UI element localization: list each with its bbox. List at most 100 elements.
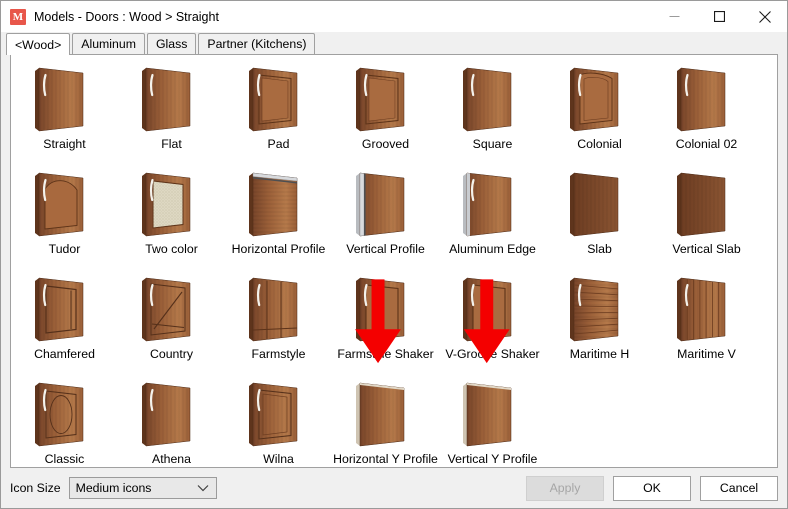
door-edge bbox=[462, 173, 467, 236]
door-edge bbox=[676, 278, 681, 341]
door-grid-row: Chamfered Country Farmstyle Farmstyle Sh… bbox=[11, 269, 777, 374]
door-edge bbox=[141, 173, 146, 236]
door-item-vertical-profile[interactable]: Vertical Profile bbox=[332, 164, 439, 269]
door-item-label: Flat bbox=[161, 137, 182, 151]
door-edge bbox=[676, 173, 681, 236]
door-edge bbox=[141, 68, 146, 131]
door-item-grooved[interactable]: Grooved bbox=[332, 59, 439, 164]
door-item-horizontal-profile[interactable]: Horizontal Profile bbox=[225, 164, 332, 269]
door-edge bbox=[248, 68, 253, 131]
door-thumbnail bbox=[566, 272, 634, 344]
door-item-vertical-y-profile[interactable]: Vertical Y Profile bbox=[439, 374, 546, 467]
door-item-label: V-Groove Shaker bbox=[445, 347, 540, 361]
door-thumbnail bbox=[352, 272, 420, 344]
door-item-wilna[interactable]: Wilna bbox=[225, 374, 332, 467]
door-item-v-groove-shaker[interactable]: V-Groove Shaker bbox=[439, 269, 546, 374]
application-m-icon: M bbox=[10, 8, 26, 25]
minimize-button[interactable] bbox=[652, 1, 697, 32]
door-item-square[interactable]: Square bbox=[439, 59, 546, 164]
door-item-label: Colonial bbox=[577, 137, 622, 151]
door-item-colonial[interactable]: Colonial bbox=[546, 59, 653, 164]
door-item-maritime-h[interactable]: Maritime H bbox=[546, 269, 653, 374]
door-thumbnail bbox=[138, 62, 206, 134]
door-item-label: Horizontal Profile bbox=[231, 242, 326, 256]
door-edge bbox=[462, 278, 467, 341]
door-item-pad[interactable]: Pad bbox=[225, 59, 332, 164]
door-edge bbox=[355, 173, 360, 236]
door-thumbnail-svg bbox=[355, 67, 404, 132]
door-gallery-panel[interactable]: Straight Flat Pad Grooved Square Colonia… bbox=[10, 54, 778, 468]
dialog-buttons: Apply OK Cancel bbox=[526, 475, 778, 501]
door-item-label: Aluminum Edge bbox=[449, 242, 536, 256]
door-item-classic[interactable]: Classic bbox=[11, 374, 118, 467]
door-thumbnail-svg bbox=[34, 67, 83, 132]
door-grain bbox=[573, 173, 618, 236]
cancel-button[interactable]: Cancel bbox=[700, 475, 778, 501]
door-item-slab[interactable]: Slab bbox=[546, 164, 653, 269]
door-item-athena[interactable]: Athena bbox=[118, 374, 225, 467]
door-edge bbox=[355, 278, 360, 341]
door-item-tudor[interactable]: Tudor bbox=[11, 164, 118, 269]
models-doors-dialog: M Models - Doors : Wood > Straight <Wood… bbox=[0, 0, 788, 509]
close-button[interactable] bbox=[742, 1, 787, 32]
apply-button[interactable]: Apply bbox=[526, 475, 604, 501]
door-thumbnail bbox=[459, 272, 527, 344]
door-item-chamfered[interactable]: Chamfered bbox=[11, 269, 118, 374]
door-item-label: Vertical Profile bbox=[346, 242, 425, 256]
door-thumbnail bbox=[459, 62, 527, 134]
tab-partner[interactable]: Partner (Kitchens) bbox=[198, 33, 316, 54]
door-thumbnail bbox=[459, 167, 527, 239]
door-item-label: Wilna bbox=[263, 452, 294, 466]
door-thumbnail bbox=[566, 62, 634, 134]
door-item-maritime-v[interactable]: Maritime V bbox=[653, 269, 760, 374]
icon-size-select[interactable]: Medium icons bbox=[68, 477, 217, 499]
door-item-farmstyle-shaker[interactable]: Farmstyle Shaker bbox=[332, 269, 439, 374]
icon-size-label: Icon Size bbox=[10, 481, 61, 495]
tab-aluminum[interactable]: Aluminum bbox=[72, 33, 145, 54]
apply-button-label: Apply bbox=[549, 481, 581, 495]
door-item-farmstyle[interactable]: Farmstyle bbox=[225, 269, 332, 374]
ok-button[interactable]: OK bbox=[613, 475, 691, 501]
door-item-label: Farmstyle Shaker bbox=[337, 347, 434, 361]
door-thumbnail-svg bbox=[462, 172, 511, 237]
door-item-two-color[interactable]: Two color bbox=[118, 164, 225, 269]
door-thumbnail-svg bbox=[569, 277, 618, 342]
door-thumbnail-svg bbox=[248, 382, 297, 447]
door-item-flat[interactable]: Flat bbox=[118, 59, 225, 164]
door-edge bbox=[462, 68, 467, 131]
tab-aluminum-label: Aluminum bbox=[81, 37, 136, 51]
door-thumbnail bbox=[245, 167, 313, 239]
door-thumbnail-svg bbox=[34, 382, 83, 447]
door-item-vertical-slab[interactable]: Vertical Slab bbox=[653, 164, 760, 269]
door-thumbnail-svg bbox=[676, 67, 725, 132]
door-thumbnail-svg bbox=[34, 172, 83, 237]
door-thumbnail bbox=[138, 272, 206, 344]
door-item-label: Vertical Y Profile bbox=[447, 452, 538, 466]
tab-partner-label: Partner (Kitchens) bbox=[207, 37, 307, 51]
door-item-straight[interactable]: Straight bbox=[11, 59, 118, 164]
door-edge bbox=[34, 173, 39, 236]
door-thumbnail-svg bbox=[676, 172, 725, 237]
door-edge bbox=[248, 383, 253, 446]
door-thumbnail-svg bbox=[34, 277, 83, 342]
door-grid-row: Classic Athena Wilna Horizontal Y Profil… bbox=[11, 374, 777, 467]
door-thumbnail bbox=[352, 167, 420, 239]
door-edge bbox=[248, 173, 253, 236]
door-grid: Straight Flat Pad Grooved Square Colonia… bbox=[11, 55, 777, 467]
maximize-button[interactable] bbox=[697, 1, 742, 32]
door-item-colonial-02[interactable]: Colonial 02 bbox=[653, 59, 760, 164]
door-thumbnail-svg bbox=[462, 382, 511, 447]
door-item-horizontal-y-profile[interactable]: Horizontal Y Profile bbox=[332, 374, 439, 467]
door-item-country[interactable]: Country bbox=[118, 269, 225, 374]
door-thumbnail-svg bbox=[141, 67, 190, 132]
door-item-aluminum-edge[interactable]: Aluminum Edge bbox=[439, 164, 546, 269]
door-edge bbox=[676, 68, 681, 131]
door-grain bbox=[680, 173, 725, 236]
door-thumbnail-svg bbox=[676, 277, 725, 342]
door-edge bbox=[569, 68, 574, 131]
door-thumbnail-svg bbox=[141, 172, 190, 237]
door-thumbnail bbox=[352, 62, 420, 134]
door-item-label: Vertical Slab bbox=[672, 242, 741, 256]
tab-wood[interactable]: <Wood> bbox=[6, 33, 71, 55]
tab-glass[interactable]: Glass bbox=[146, 33, 197, 54]
